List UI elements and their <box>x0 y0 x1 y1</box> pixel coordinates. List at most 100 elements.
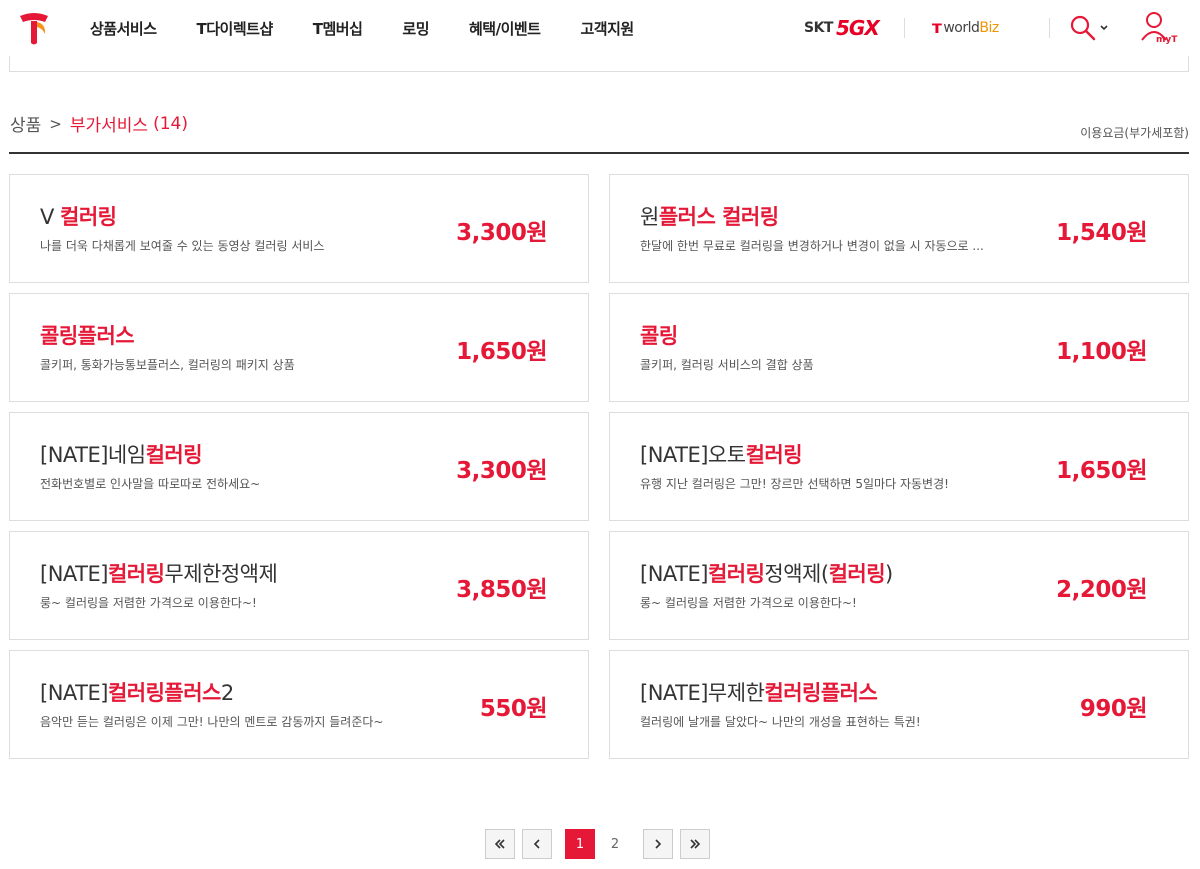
product-name-part: [NATE] <box>640 562 708 586</box>
t-logo-small-icon: ᴛ <box>932 18 942 38</box>
product-price: 990원 <box>1079 696 1148 722</box>
product-name-part: 컬러링플러스 <box>107 681 221 705</box>
price-note: 이용요금(부가세포함) <box>1080 126 1189 140</box>
first-page-button[interactable] <box>485 829 515 859</box>
user-icon: myT <box>1141 12 1178 45</box>
product-price: 1,650원 <box>456 339 547 365</box>
product-description: 롱~ 컬러링을 저렴한 가격으로 이용한다~! <box>640 596 857 610</box>
breadcrumb: 상품 > 부가서비스 (14) <box>10 111 188 137</box>
header-divider <box>1049 18 1050 38</box>
product-name: [NATE]컬러링무제한정액제 <box>40 558 278 588</box>
product-name-part: V <box>40 205 61 229</box>
search-button[interactable] <box>1069 13 1109 43</box>
product-card[interactable]: [NATE]네임컬러링전화번호별로 인사말을 따로따로 전하세요~ 3,300원 <box>9 412 589 521</box>
product-name: 콜링플러스 <box>40 320 135 350</box>
main-nav: 상품서비스 T다이렉트샵 T멤버십 로밍 혜택/이벤트 고객지원 <box>70 0 654 56</box>
product-name-part: [NATE] <box>40 681 108 705</box>
5gx-label: 5GX <box>835 16 880 40</box>
product-price: 2,200원 <box>1056 577 1147 603</box>
nav-item-4[interactable]: 혜택/이벤트 <box>449 18 560 39</box>
collapsed-panel <box>9 56 1189 72</box>
nav-item-5[interactable]: 고객지원 <box>560 18 653 39</box>
product-card[interactable]: [NATE]무제한컬러링플러스 컬러링에 날개를 달았다~ 나만의 개성을 표현하… <box>609 650 1189 759</box>
product-name: [NATE]컬러링플러스2 <box>40 677 234 707</box>
skt-5gx-link[interactable]: SKT 5GX <box>804 16 880 40</box>
worldbiz-world-label: world <box>943 20 980 36</box>
product-name-part: 원 <box>640 205 659 229</box>
product-name: 콜링 <box>640 320 678 350</box>
double-chevron-left-icon <box>494 839 505 849</box>
product-name-part: [NATE] <box>40 562 108 586</box>
product-price: 3,850원 <box>456 577 547 603</box>
page-number[interactable]: 2 <box>600 829 630 859</box>
myt-button[interactable]: myT <box>1140 10 1180 46</box>
myt-label: myT <box>1156 35 1178 45</box>
product-name-part: 플러스 컬러링 <box>658 205 779 229</box>
product-description: 나를 더욱 다채롭게 보여줄 수 있는 동영상 컬러링 서비스 <box>40 239 325 253</box>
nav-item-3[interactable]: 로밍 <box>382 18 449 39</box>
worldbiz-biz-label: Biz <box>979 20 999 36</box>
nav-item-2[interactable]: T멤버십 <box>293 18 383 39</box>
product-price: 1,540원 <box>1056 220 1147 246</box>
product-card[interactable]: 콜링플러스콜키퍼, 통화가능통보플러스, 컬러링의 패키지 상품 1,650원 <box>9 293 589 402</box>
page-number[interactable]: 1 <box>565 829 595 859</box>
product-name-part: 콜링 <box>640 324 678 348</box>
product-name-part: 컬러링플러스 <box>764 681 878 705</box>
product-description: 유행 지난 컬러링은 그만! 장르만 선택하면 5일마다 자동변경! <box>640 477 949 491</box>
product-name-part: 컬러링 <box>745 443 803 467</box>
prev-page-button[interactable] <box>522 829 552 859</box>
product-name-part: 무제한정액제 <box>164 562 278 586</box>
product-name-part: 콜링플러스 <box>40 324 135 348</box>
product-card[interactable]: 콜링 콜키퍼, 컬러링 서비스의 결합 상품 1,100원 <box>609 293 1189 402</box>
product-card[interactable]: [NATE]컬러링무제한정액제룽~ 컬러링을 저렴한 가격으로 이용한다~! 3,… <box>9 531 589 640</box>
product-name: V 컬러링 <box>40 201 117 231</box>
breadcrumb-root[interactable]: 상품 <box>10 111 41 136</box>
page-numbers: 12 <box>565 829 630 859</box>
product-card[interactable]: [NATE]컬러링플러스2 음악만 듣는 컬러링은 이제 그만! 나만의 멘트로 … <box>9 650 589 759</box>
title-divider <box>9 152 1189 154</box>
header-divider <box>904 18 905 38</box>
next-page-button[interactable] <box>643 829 673 859</box>
product-name-part: 컬러링 <box>828 562 886 586</box>
product-card[interactable]: [NATE]오토컬러링유행 지난 컬러링은 그만! 장르만 선택하면 5일마다 … <box>609 412 1189 521</box>
product-description: 콜키퍼, 통화가능통보플러스, 컬러링의 패키지 상품 <box>40 358 295 372</box>
product-name: 원플러스 컬러링 <box>640 201 779 231</box>
product-price: 3,300원 <box>456 220 547 246</box>
product-card[interactable]: 원플러스 컬러링한달에 한번 무료로 컬러링을 변경하거나 변경이 없을 시 자… <box>609 174 1189 283</box>
product-name-part: 컬러링 <box>107 562 165 586</box>
product-name: [NATE]컬러링정액제(컬러링) <box>640 558 893 588</box>
chevron-left-icon <box>533 839 540 849</box>
product-description: 전화번호별로 인사말을 따로따로 전하세요~ <box>40 477 261 491</box>
product-description: 룽~ 컬러링을 저렴한 가격으로 이용한다~! <box>40 596 257 610</box>
product-name-part: 컬러링 <box>60 205 117 229</box>
product-name-part: [NATE]오토 <box>640 443 746 467</box>
product-description: 한달에 한번 무료로 컬러링을 변경하거나 변경이 없을 시 자동으로 ... <box>640 239 984 253</box>
product-name: [NATE]무제한컬러링플러스 <box>640 677 878 707</box>
product-name-part: [NATE]무제한 <box>640 681 765 705</box>
breadcrumb-current: 부가서비스 <box>69 116 149 136</box>
pagination: 12 <box>485 829 710 859</box>
t-logo-icon[interactable] <box>18 10 50 46</box>
product-card[interactable]: [NATE]컬러링정액제(컬러링) 롱~ 컬러링을 저렴한 가격으로 이용한다~!… <box>609 531 1189 640</box>
product-name-part: 컬러링 <box>145 443 203 467</box>
breadcrumb-separator: > <box>49 114 62 133</box>
skt-label: SKT <box>804 20 833 36</box>
product-price: 1,650원 <box>1056 458 1147 484</box>
product-name: [NATE]네임컬러링 <box>40 439 203 469</box>
worldbiz-link[interactable]: ᴛ world Biz <box>932 15 999 41</box>
nav-item-1[interactable]: T다이렉트샵 <box>177 18 293 39</box>
product-name-part: 2 <box>220 681 234 705</box>
nav-item-0[interactable]: 상품서비스 <box>70 18 177 39</box>
product-description: 음악만 듣는 컬러링은 이제 그만! 나만의 멘트로 감동까지 들려준다~ <box>40 715 384 729</box>
last-page-button[interactable] <box>680 829 710 859</box>
product-card[interactable]: V 컬러링나를 더욱 다채롭게 보여줄 수 있는 동영상 컬러링 서비스 3,30… <box>9 174 589 283</box>
chevron-down-icon <box>1100 25 1108 31</box>
double-chevron-right-icon <box>690 839 701 849</box>
chevron-right-icon <box>655 839 662 849</box>
product-price: 3,300원 <box>456 458 547 484</box>
product-name: [NATE]오토컬러링 <box>640 439 803 469</box>
search-icon <box>1070 15 1096 41</box>
global-header: 상품서비스 T다이렉트샵 T멤버십 로밍 혜택/이벤트 고객지원 SKT 5GX ᴛ wo… <box>0 0 1200 56</box>
product-price: 1,100원 <box>1056 339 1147 365</box>
result-count: (14) <box>153 113 188 134</box>
